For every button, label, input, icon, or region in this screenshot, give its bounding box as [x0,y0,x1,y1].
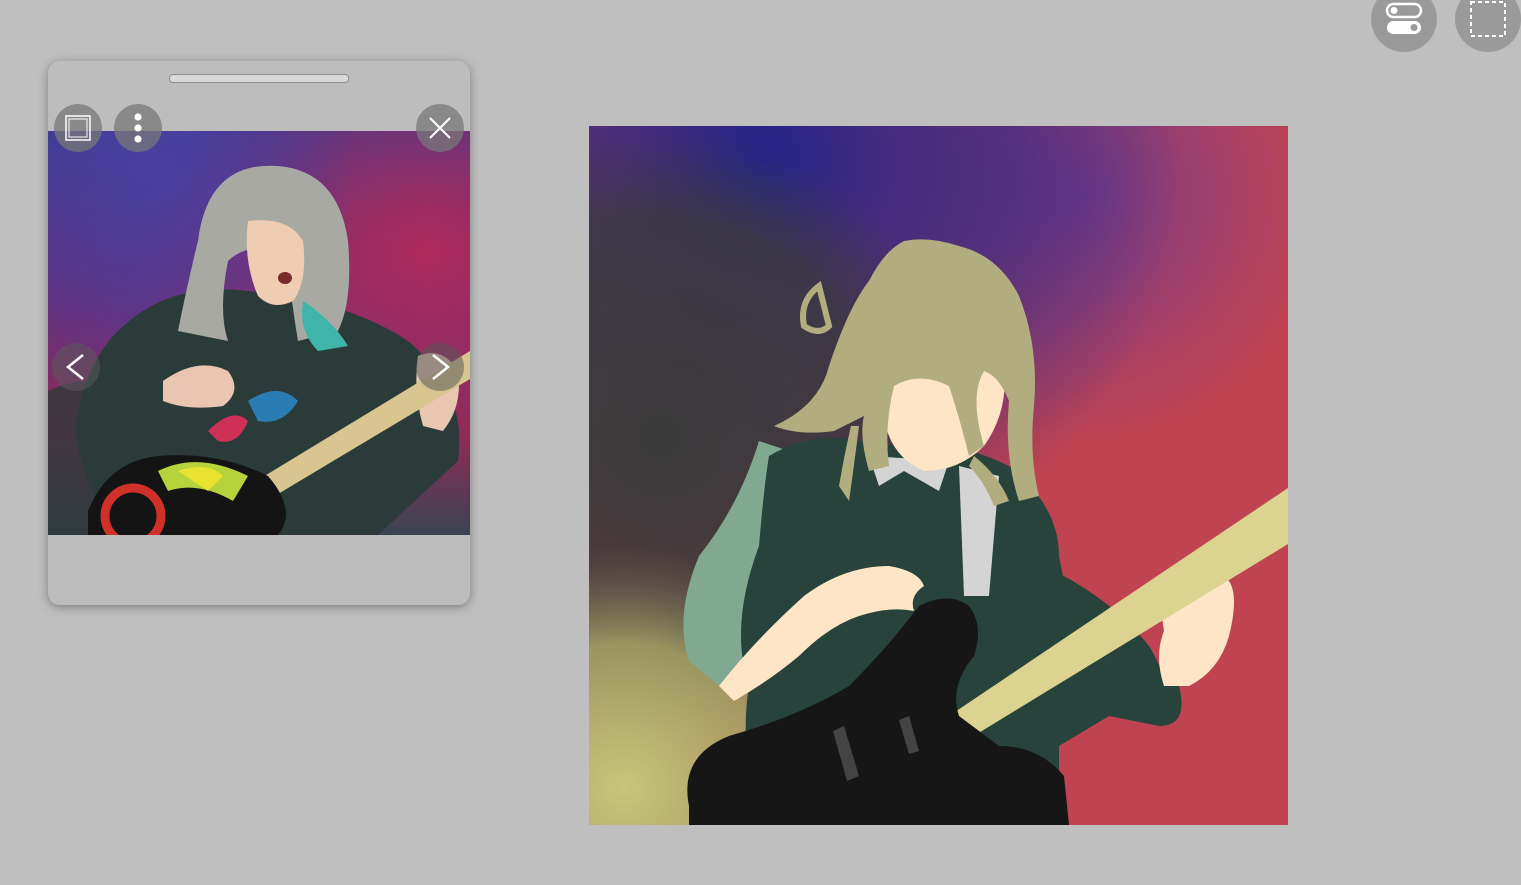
panel-drag-handle[interactable] [169,74,349,83]
chevron-left-icon [65,354,84,380]
guitarist-painting [589,126,1288,825]
dashed-selection-icon [1470,1,1506,37]
guitarist-photo [48,165,470,535]
frame-button[interactable] [54,104,102,152]
previous-button[interactable] [52,343,100,391]
next-button[interactable] [416,343,464,391]
more-options-button[interactable] [114,104,162,152]
close-button[interactable] [416,104,464,152]
selection-button[interactable] [1455,0,1521,52]
paint-app: { "toolbar": { "buttons": [ {"id": "togg… [0,0,1521,885]
reference-panel [48,61,470,605]
vertical-dots-icon [134,113,142,143]
toggle-switches-icon [1385,2,1423,34]
close-icon [429,117,451,139]
reference-photo [48,131,470,535]
toggles-button[interactable] [1371,0,1437,52]
chevron-right-icon [432,354,451,380]
square-frame-icon [65,115,91,141]
drawing-canvas[interactable] [589,126,1288,825]
